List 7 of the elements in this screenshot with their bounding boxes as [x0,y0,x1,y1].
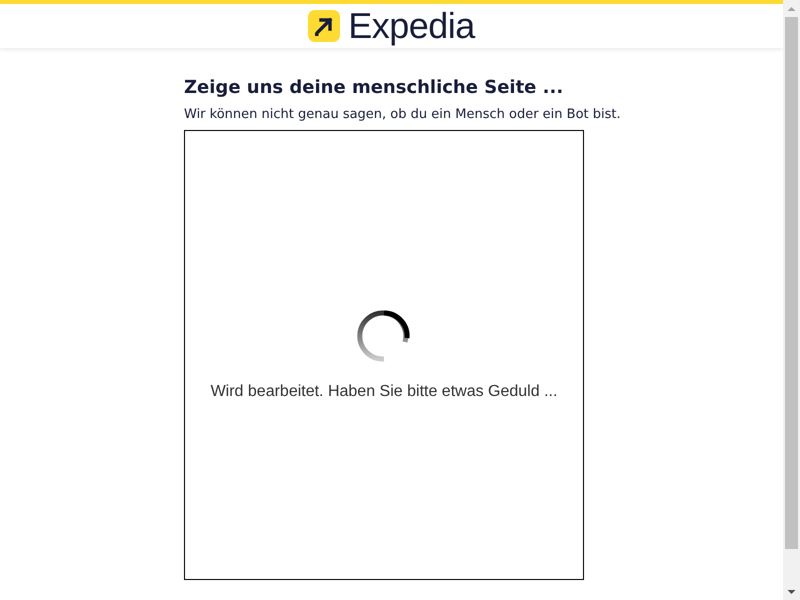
status-text: Wird bearbeitet. Haben Sie bitte etwas Geduld ... [210,382,558,402]
logo-icon [308,10,340,42]
logo-text[interactable]: Expedia [348,8,475,44]
page-heading: Zeige uns deine menschliche Seite ... [184,76,564,100]
description-text: Wir können nicht genau sagen, ob du ein Mensch oder ein Bot bist. [184,106,622,124]
loading-spinner-icon [356,308,412,364]
scrollbar[interactable] [783,0,800,600]
